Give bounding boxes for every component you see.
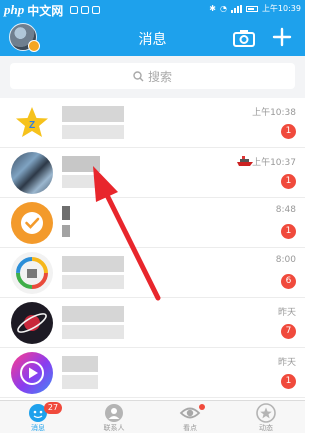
bluetooth-icon: ✱ (209, 4, 216, 13)
blurred-name (62, 306, 124, 322)
unread-badge: 6 (281, 274, 296, 289)
unread-badge: 1 (281, 374, 296, 389)
conversation-time: 昨天 (277, 308, 296, 318)
tab-discover[interactable]: 看点 (152, 401, 228, 434)
watermark-site: 中文网 (27, 3, 64, 18)
colorful-logo-icon (11, 252, 53, 294)
ship-icon (237, 156, 253, 166)
tab-label: 消息 (31, 424, 45, 432)
conversation-time: 上午10:38 (252, 108, 296, 118)
tab-label: 看点 (183, 424, 197, 432)
blurred-preview (62, 375, 98, 389)
star-tab-icon (256, 403, 276, 423)
conversation-item[interactable]: 上午10:37 1 (0, 148, 305, 198)
status-bar: php 中文网 ✱ ◔ 上午10:39 (0, 0, 305, 20)
status-time: 上午10:39 (261, 4, 301, 13)
watermark: php 中文网 (4, 2, 101, 18)
conversation-time: 8:48 (275, 205, 296, 215)
tab-messages[interactable]: 27 消息 (0, 401, 76, 434)
shield-check-icon (11, 202, 53, 244)
svg-text:Z: Z (29, 120, 35, 131)
unread-badge: 7 (281, 324, 296, 339)
blurred-preview (62, 325, 124, 339)
tab-label: 动态 (259, 424, 273, 432)
conversation-item[interactable]: 昨天 1 (0, 348, 305, 398)
blurred-preview (62, 275, 124, 289)
wifi-icon: ◔ (219, 4, 227, 13)
tab-contacts[interactable]: 联系人 (76, 401, 152, 434)
photo-avatar (11, 152, 53, 194)
conversation-item[interactable]: 昨天 7 (0, 298, 305, 348)
unread-badge: 1 (281, 174, 296, 189)
blurred-name (62, 156, 100, 172)
search-placeholder: 搜索 (147, 69, 172, 84)
eye-icon (179, 407, 201, 419)
blurred-preview (62, 125, 124, 139)
search-icon (133, 70, 144, 81)
signal-icon (230, 4, 242, 13)
unread-badge: 1 (281, 124, 296, 139)
conversation-item[interactable]: Z 上午10:38 1 (0, 98, 305, 148)
conversation-time: 昨天 (277, 358, 296, 368)
video-play-icon (11, 352, 53, 394)
qzone-star-icon: Z (11, 102, 53, 144)
planet-icon (11, 302, 53, 344)
contacts-tab-icon (105, 404, 123, 422)
notification-icons (70, 6, 101, 14)
status-right: ✱ ◔ 上午10:39 (209, 3, 301, 14)
blurred-name (62, 106, 124, 122)
messages-tab-badge: 27 (44, 402, 62, 414)
unread-badge: 1 (281, 224, 296, 239)
blurred-preview (62, 175, 102, 188)
watermark-logo: php (4, 2, 25, 17)
conversation-item[interactable]: 8:00 6 (0, 248, 305, 298)
title-bar: 消息 (0, 20, 305, 56)
tab-moments[interactable]: 动态 (228, 401, 304, 434)
blurred-name (62, 356, 98, 372)
page-title: 消息 (138, 32, 167, 48)
add-icon[interactable] (270, 25, 294, 49)
avatar-status-badge (28, 40, 40, 52)
conversation-item[interactable]: 8:48 1 (0, 198, 305, 248)
blurred-preview (62, 225, 70, 237)
discover-tab-dot (199, 404, 205, 410)
tab-label: 联系人 (103, 424, 125, 432)
battery-icon (245, 5, 258, 12)
blurred-name (62, 206, 70, 220)
conversation-list: Z 上午10:38 1 上午10:37 1 8:48 1 8:00 6 昨天 7… (0, 98, 305, 398)
conversation-time: 上午10:37 (252, 158, 296, 168)
search-input[interactable]: 搜索 (10, 63, 295, 89)
search-area: 搜索 (0, 56, 305, 98)
camera-icon[interactable] (232, 28, 256, 48)
tab-bar: 27 消息 联系人 看点 动态 (0, 400, 305, 433)
conversation-time: 8:00 (275, 255, 296, 265)
blurred-name (62, 256, 124, 272)
